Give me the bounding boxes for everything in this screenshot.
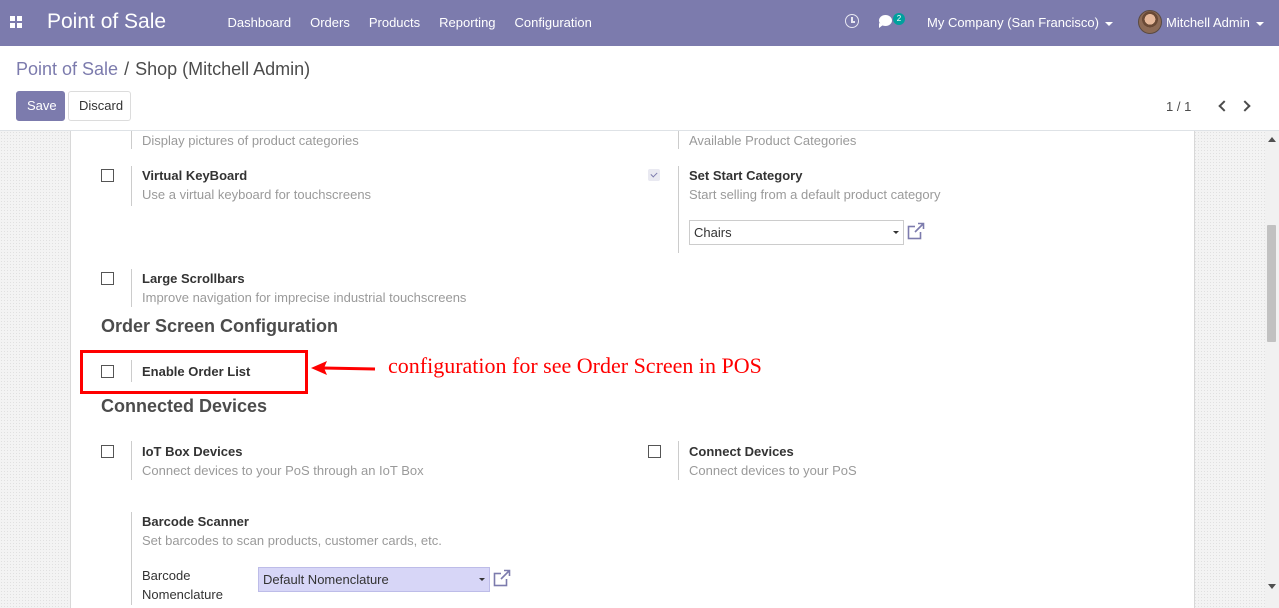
breadcrumb: Point of Sale / Shop (Mitchell Admin): [16, 59, 310, 80]
chevron-down-icon: [893, 231, 899, 234]
divider: [131, 131, 132, 149]
barcode-scanner-desc: Set barcodes to scan products, customer …: [142, 533, 442, 548]
iot-box-title: IoT Box Devices: [142, 444, 243, 459]
form-content: Display pictures of product categories A…: [0, 131, 1279, 608]
virtual-keyboard-desc: Use a virtual keyboard for touchscreens: [142, 187, 372, 202]
large-scrollbars-checkbox[interactable]: [101, 272, 114, 285]
main-menu: Dashboard Orders Products Reporting Conf…: [218, 0, 601, 46]
divider: [678, 441, 679, 480]
divider: [131, 441, 132, 480]
start-category-select[interactable]: Chairs: [689, 220, 904, 245]
external-link-icon[interactable]: [493, 569, 511, 587]
virtual-keyboard-title: Virtual KeyBoard: [142, 168, 248, 183]
scrollbar-thumb[interactable]: [1267, 225, 1276, 342]
connect-devices-checkbox[interactable]: [648, 445, 661, 458]
barcode-nomenclature-label: Barcode Nomenclature: [142, 568, 223, 602]
external-link-icon[interactable]: [907, 222, 925, 240]
divider: [678, 131, 679, 149]
user-name: Mitchell Admin: [1166, 15, 1250, 30]
connect-devices-title: Connect Devices: [689, 444, 794, 459]
page-scrollbar[interactable]: [1265, 131, 1279, 608]
top-navbar: Point of Sale Dashboard Orders Products …: [0, 0, 1279, 46]
category-pictures-desc: Display pictures of product categories: [142, 133, 359, 148]
nomenclature-label-line-2: Nomenclature: [142, 587, 223, 602]
user-avatar[interactable]: [1138, 10, 1162, 34]
annotation-text: configuration for see Order Screen in PO…: [388, 353, 762, 378]
breadcrumb-separator: /: [124, 59, 130, 79]
nomenclature-label-line-1: Barcode: [142, 568, 191, 583]
breadcrumb-root[interactable]: Point of Sale: [16, 59, 118, 79]
large-scrollbars-desc: Improve navigation for imprecise industr…: [142, 290, 467, 305]
barcode-nomenclature-value: Default Nomenclature: [263, 572, 389, 587]
iot-box-checkbox[interactable]: [101, 445, 114, 458]
chevron-down-icon: [1104, 21, 1113, 26]
divider: [131, 166, 132, 206]
divider: [131, 269, 132, 307]
connected-devices-section-title: Connected Devices: [101, 396, 268, 416]
messages-icon[interactable]: [879, 15, 892, 28]
messages-count-badge: 2: [893, 13, 905, 25]
start-category-title: Set Start Category: [689, 168, 803, 183]
chevron-down-icon: [479, 578, 485, 581]
annotation-arrow-icon: [311, 361, 376, 375]
activity-clock-icon[interactable]: [845, 14, 859, 28]
menu-products[interactable]: Products: [359, 0, 429, 46]
large-scrollbars-title: Large Scrollbars: [142, 271, 245, 286]
start-category-value: Chairs: [694, 225, 732, 240]
pager-next-icon[interactable]: [1239, 100, 1251, 112]
pager-value[interactable]: 1 / 1: [1166, 99, 1191, 114]
apps-menu-icon[interactable]: [10, 16, 22, 28]
menu-configuration[interactable]: Configuration: [505, 0, 601, 46]
breadcrumb-current: Shop (Mitchell Admin): [135, 59, 311, 79]
scroll-up-icon[interactable]: [1268, 137, 1276, 142]
divider: [131, 512, 132, 605]
save-button[interactable]: Save: [16, 91, 65, 121]
menu-reporting[interactable]: Reporting: [430, 0, 505, 46]
discard-button[interactable]: Discard: [68, 91, 131, 121]
barcode-nomenclature-select[interactable]: Default Nomenclature: [258, 567, 490, 592]
barcode-scanner-title: Barcode Scanner: [142, 514, 249, 529]
company-name: My Company (San Francisco): [927, 15, 1099, 30]
company-switcher[interactable]: My Company (San Francisco): [927, 0, 1113, 46]
scroll-down-icon[interactable]: [1268, 584, 1276, 589]
connect-devices-desc: Connect devices to your PoS: [689, 463, 857, 478]
pager-previous-icon[interactable]: [1218, 100, 1230, 112]
menu-dashboard[interactable]: Dashboard: [218, 0, 301, 46]
chevron-down-icon: [1255, 21, 1264, 26]
app-brand[interactable]: Point of Sale: [47, 10, 166, 34]
iot-box-desc: Connect devices to your PoS through an I…: [142, 463, 424, 478]
start-category-checkbox[interactable]: [648, 169, 660, 181]
start-category-desc: Start selling from a default product cat…: [689, 187, 941, 202]
virtual-keyboard-checkbox[interactable]: [101, 169, 114, 182]
menu-orders[interactable]: Orders: [301, 0, 360, 46]
user-menu[interactable]: Mitchell Admin: [1166, 0, 1264, 46]
annotation-highlight-box: [80, 350, 308, 394]
divider: [678, 166, 679, 253]
available-categories-desc: Available Product Categories: [689, 133, 857, 148]
control-panel: Point of Sale / Shop (Mitchell Admin) Save…: [0, 46, 1279, 131]
order-screen-section-title: Order Screen Configuration: [101, 316, 339, 336]
